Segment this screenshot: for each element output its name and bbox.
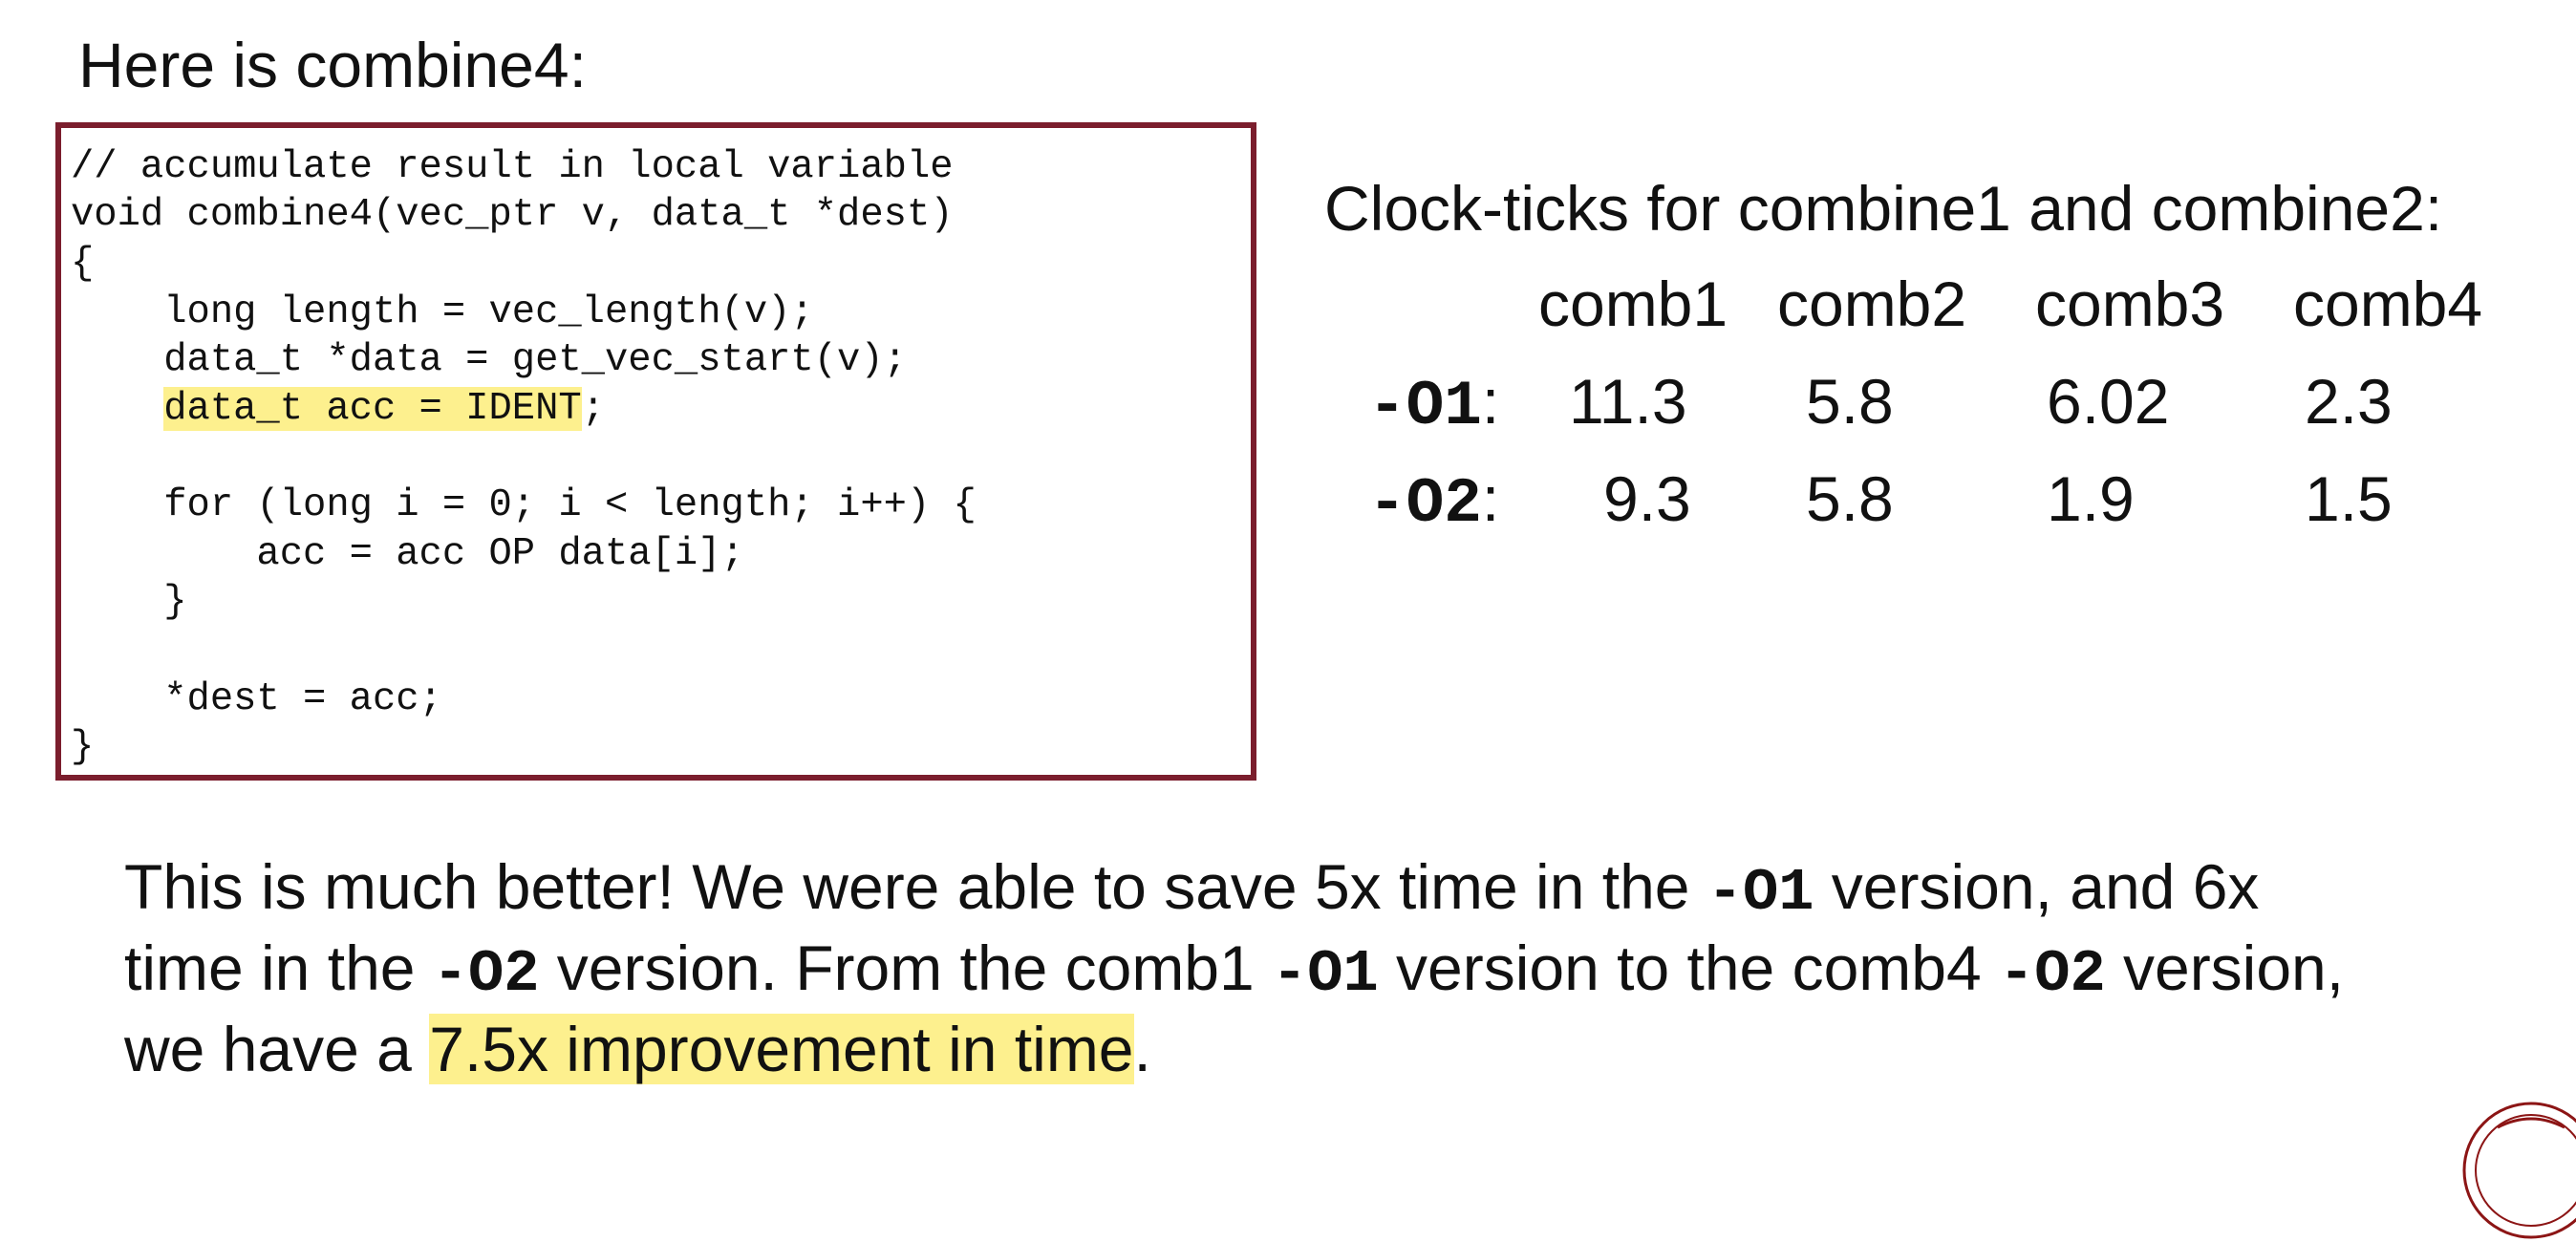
paragraph-text: version, and 6x (1814, 851, 2260, 922)
code-listing: // accumulate result in local variable v… (55, 122, 1256, 781)
code-line: acc = acc OP data[i]; (71, 532, 744, 576)
slide-title: Here is combine4: (78, 30, 587, 100)
paragraph-line: time in the -O2 version. From the comb1 … (124, 928, 2532, 1009)
column-header: comb4 (2293, 268, 2483, 339)
paragraph-line: we have a 7.5x improvement in time. (124, 1009, 2532, 1090)
code-line: { (71, 242, 95, 286)
highlighted-text: 7.5x improvement in time (429, 1014, 1134, 1084)
table-cell: 6.02 (2047, 366, 2170, 437)
flag-code: -O1 (1368, 371, 1482, 442)
code-line: } (71, 725, 95, 769)
table-cell: 5.8 (1806, 366, 1894, 437)
table-heading: Clock-ticks for combine1 and combine2: (1324, 173, 2443, 244)
column-header: comb2 (1777, 268, 1967, 339)
paragraph-text: version. From the comb1 (539, 932, 1273, 1003)
paragraph-line: This is much better! We were able to sav… (124, 846, 2532, 928)
column-header: comb1 (1538, 268, 1728, 339)
row-label: -O1: (1368, 363, 1499, 445)
row-label: -O2: (1368, 460, 1499, 543)
flag-code: -O2 (1999, 940, 2106, 1008)
paragraph-text: This is much better! We were able to sav… (124, 851, 1707, 922)
paragraph-text: version to the comb4 (1378, 932, 2000, 1003)
code-line: long length = vec_length(v); (71, 290, 814, 334)
paragraph-text: we have a (124, 1014, 430, 1084)
flag-code: -O2 (1368, 468, 1482, 540)
row-label-colon: : (1481, 463, 1500, 534)
code-semicolon: ; (581, 387, 606, 431)
code-line: *dest = acc; (71, 677, 442, 721)
table-cell: 9.3 (1603, 463, 1691, 534)
code-line: data_t *data = get_vec_start(v); (71, 338, 907, 382)
table-cell: 2.3 (2305, 366, 2393, 437)
paragraph-text: time in the (124, 932, 433, 1003)
code-line: void combine4(vec_ptr v, data_t *dest) (71, 193, 954, 237)
code-line-highlighted: data_t acc = IDENT; (71, 385, 605, 433)
university-seal-icon (2462, 1102, 2576, 1239)
code-line: // accumulate result in local variable (71, 145, 954, 189)
paragraph-text: . (1133, 1014, 1151, 1084)
flag-code: -O2 (432, 940, 540, 1008)
code-line: } (71, 580, 187, 624)
summary-paragraph: This is much better! We were able to sav… (124, 846, 2532, 1090)
code-line: for (long i = 0; i < length; i++) { (71, 483, 977, 527)
table-cell: 11.3 (1569, 366, 1687, 437)
table-cell: 5.8 (1806, 463, 1894, 534)
row-label-colon: : (1481, 366, 1500, 437)
paragraph-text: version, (2105, 932, 2345, 1003)
flag-code: -O1 (1707, 859, 1814, 927)
table-cell: 1.5 (2305, 463, 2393, 534)
flag-code: -O1 (1272, 940, 1379, 1008)
table-cell: 1.9 (2047, 463, 2135, 534)
highlighted-code: data_t acc = IDENT (163, 387, 582, 431)
column-header: comb3 (2035, 268, 2225, 339)
